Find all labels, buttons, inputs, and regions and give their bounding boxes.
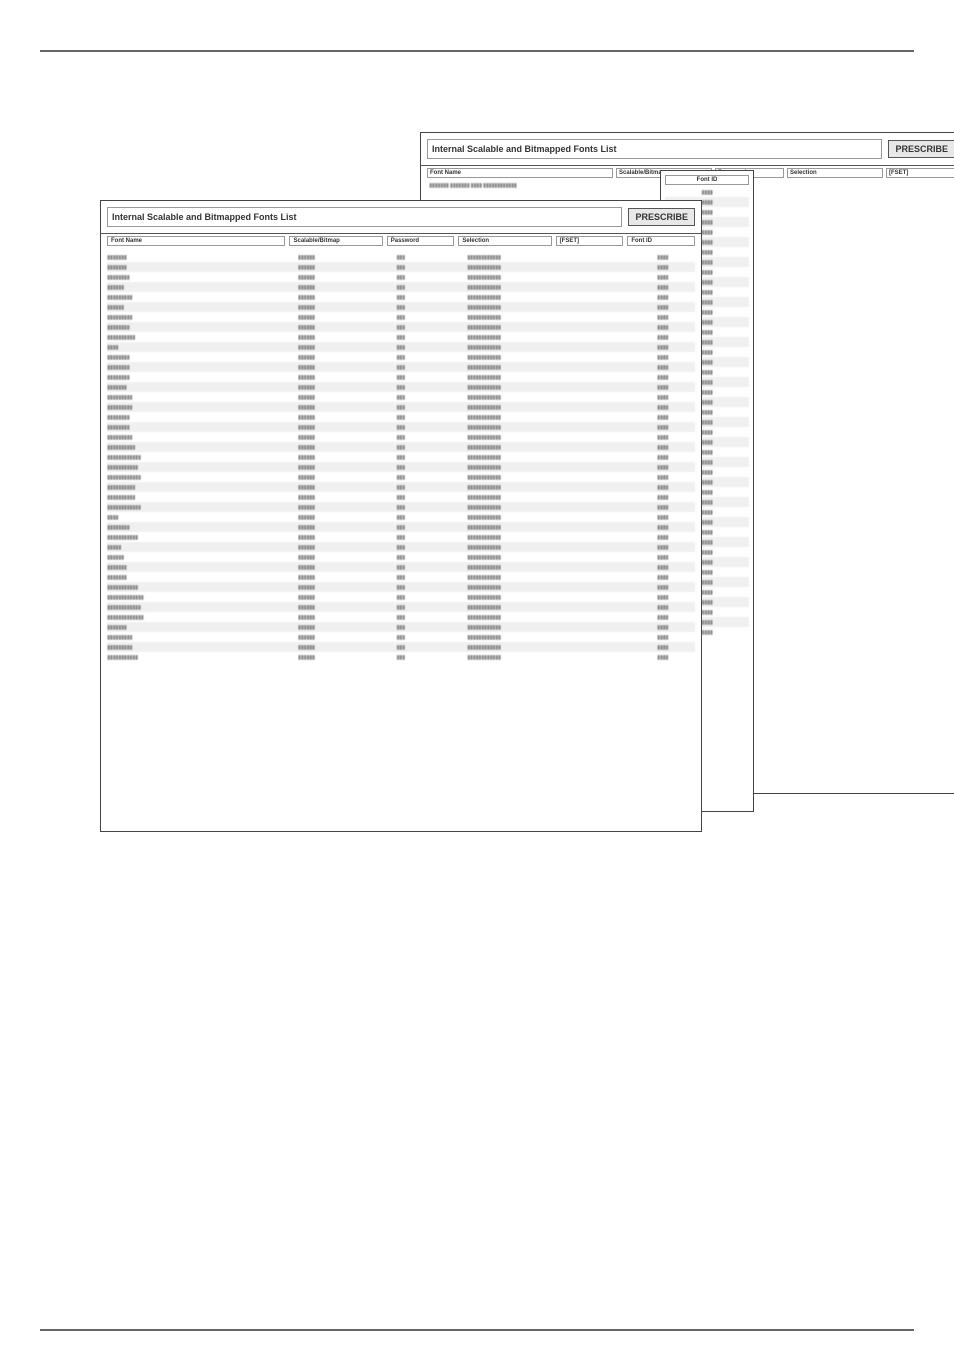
col-fset: [FSET]: [886, 168, 954, 178]
mid-page: Internal Scalable and Bitmapped Fonts Li…: [100, 200, 702, 832]
table-row: ▮▮▮▮▮▮▮▮▮▮▮▮▮▮▮▮▮▮▮▮▮▮▮▮▮▮▮▮▮▮▮▮▮▮▮: [107, 442, 695, 452]
font-id-cell: ▮▮▮▮: [665, 187, 749, 197]
col-selection: Selection: [787, 168, 883, 178]
table-row: ▮▮▮▮▮▮▮▮▮▮▮▮▮▮▮▮▮▮▮▮▮▮▮▮▮▮▮▮▮▮▮▮▮▮: [107, 642, 695, 652]
table-row: ▮▮▮▮▮▮▮▮▮▮▮▮▮▮▮▮▮▮▮▮▮▮▮▮▮▮▮▮▮▮▮▮▮: [107, 372, 695, 382]
col-font-name: Font Name: [107, 236, 285, 246]
table-row: ▮▮▮▮▮▮▮▮▮▮▮▮▮▮▮▮▮▮▮▮▮▮▮▮▮▮▮▮▮▮▮▮: [107, 622, 695, 632]
prescribe-badge: PRESCRIBE: [888, 140, 954, 158]
table-row: ▮▮▮▮▮▮▮▮▮▮▮▮▮▮▮▮▮▮▮▮▮▮▮▮▮▮▮▮▮▮▮▮▮▮▮: [107, 332, 695, 342]
col-font-id: Font ID: [665, 175, 749, 185]
table-row: ▮▮▮▮▮▮▮▮▮▮▮▮▮▮▮▮▮▮▮▮▮▮▮▮▮▮▮▮▮▮▮▮▮▮▮▮▮▮: [107, 592, 695, 602]
table-row: ▮▮▮▮▮▮▮▮▮▮▮▮▮▮▮▮▮▮▮▮▮▮▮▮▮▮▮▮▮▮▮▮▮▮: [107, 392, 695, 402]
page-title: Internal Scalable and Bitmapped Fonts Li…: [427, 139, 882, 159]
table-row: ▮▮▮▮▮▮▮▮▮▮▮▮▮▮▮▮▮▮▮▮▮▮▮▮▮▮▮▮▮▮▮▮▮: [107, 272, 695, 282]
bottom-rule: [40, 1329, 914, 1331]
col-scalable-bitmap: Scalable/Bitmap: [289, 236, 382, 246]
table-row: ▮▮▮▮▮▮▮▮▮▮▮▮▮▮▮▮▮▮▮▮▮▮▮▮▮▮▮▮▮▮▮▮▮▮: [107, 632, 695, 642]
table-row: ▮▮▮▮▮▮▮▮▮▮▮▮▮▮▮▮▮▮▮▮▮▮▮▮▮▮▮▮▮▮▮: [107, 282, 695, 292]
table-row: ▮▮▮▮▮▮▮▮▮▮▮▮▮▮▮▮▮▮▮▮▮▮▮▮▮▮▮▮▮▮▮▮▮: [107, 322, 695, 332]
table-row: ▮▮▮▮▮▮▮▮▮▮▮▮▮▮▮▮▮▮▮▮▮▮▮▮▮▮▮▮▮▮▮▮▮▮▮▮: [107, 462, 695, 472]
table-row: ▮▮▮▮▮▮▮▮▮▮▮▮▮▮▮▮▮▮▮▮▮▮▮▮▮▮▮▮▮: [107, 342, 695, 352]
table-row: ▮▮▮▮▮▮▮▮▮▮▮▮▮▮▮▮▮▮▮▮▮▮▮▮▮▮▮▮▮▮▮▮▮: [107, 362, 695, 372]
table-row: ▮▮▮▮▮▮▮▮▮▮▮▮▮▮▮▮▮▮▮▮▮▮▮▮▮▮▮▮▮▮▮▮▮▮▮▮: [107, 652, 695, 662]
table-row: ▮▮▮▮▮▮▮▮▮▮▮▮▮▮▮▮▮▮▮▮▮▮▮▮▮▮▮▮▮▮▮▮▮▮▮▮▮▮: [107, 612, 695, 622]
table-row: ▮▮▮▮▮▮▮▮▮▮▮▮▮▮▮▮▮▮▮▮▮▮▮▮▮▮▮▮▮▮▮▮▮▮▮▮▮: [107, 502, 695, 512]
table-row: ▮▮▮▮▮▮▮▮▮▮▮▮▮▮▮▮▮▮▮▮▮▮▮▮▮▮▮▮▮▮▮▮▮▮▮: [107, 492, 695, 502]
table-row: ▮▮▮▮▮▮▮▮▮▮▮▮▮▮▮▮▮▮▮▮▮▮▮▮▮▮▮▮▮▮▮: [107, 552, 695, 562]
table-row: ▮▮▮▮▮▮▮▮▮▮▮▮▮▮▮▮▮▮▮▮▮▮▮▮▮▮▮▮▮▮▮▮▮▮▮: [107, 482, 695, 492]
col-selection: Selection: [458, 236, 551, 246]
table-row: ▮▮▮▮▮▮▮▮▮▮▮▮▮▮▮▮▮▮▮▮▮▮▮▮▮▮▮▮▮▮▮▮▮▮▮▮▮: [107, 472, 695, 482]
table-row: ▮▮▮▮▮▮▮▮▮▮▮▮▮▮▮▮▮▮▮▮▮▮▮▮▮▮▮▮▮▮▮▮: [107, 382, 695, 392]
table-row: ▮▮▮▮▮▮▮▮▮▮▮▮▮▮▮▮▮▮▮▮▮▮▮▮▮▮▮▮▮▮▮▮▮▮: [107, 432, 695, 442]
col-font-name: Font Name: [427, 168, 613, 178]
col-fset: [FSET]: [556, 236, 624, 246]
table-row: ▮▮▮▮▮▮▮▮▮▮▮▮▮▮▮▮▮▮▮▮▮▮▮▮▮▮▮▮▮▮▮▮▮▮: [107, 402, 695, 412]
table-row: ▮▮▮▮▮▮▮▮▮▮▮▮▮▮▮▮▮▮▮▮▮▮▮▮▮▮▮▮▮▮▮▮▮▮▮▮▮: [107, 602, 695, 612]
table-row: ▮▮▮▮▮▮▮▮▮▮▮▮▮▮▮▮▮▮▮▮▮▮▮▮▮▮▮▮▮▮▮▮: [107, 572, 695, 582]
table-row: ▮▮▮▮▮▮▮▮▮▮▮▮▮▮▮▮▮▮▮▮▮▮▮▮▮▮▮▮▮▮▮▮: [107, 562, 695, 572]
page-title: Internal Scalable and Bitmapped Fonts Li…: [107, 207, 622, 227]
table-row: ▮▮▮▮▮▮▮▮▮▮▮▮▮▮▮▮▮▮▮▮▮▮▮▮▮▮▮▮▮▮▮▮▮: [107, 422, 695, 432]
table-row: ▮▮▮▮▮▮▮▮▮▮▮▮▮▮▮▮▮▮▮▮▮▮▮▮▮▮▮▮▮▮▮▮: [107, 252, 695, 262]
table-row: ▮▮▮▮▮▮▮▮▮▮▮▮▮▮▮▮▮▮▮▮▮▮▮▮▮▮▮▮▮▮: [107, 542, 695, 552]
table-row: ▮▮▮▮▮▮▮▮▮▮▮▮▮▮▮▮▮▮▮▮▮▮▮▮▮▮▮▮▮: [107, 512, 695, 522]
table-row: ▮▮▮▮▮▮▮▮▮▮▮▮▮▮▮▮▮▮▮▮▮▮▮▮▮▮▮▮▮▮▮▮: [107, 262, 695, 272]
table-row: ▮▮▮▮▮▮▮▮▮▮▮▮▮▮▮▮▮▮▮▮▮▮▮▮▮▮▮▮▮▮▮▮▮: [107, 352, 695, 362]
col-password: Password: [387, 236, 455, 246]
col-font-id: Font ID: [627, 236, 695, 246]
table-row: ▮▮▮▮▮▮▮▮▮▮▮▮▮▮▮▮▮▮▮▮▮▮▮▮▮▮▮▮▮▮▮▮▮: [107, 522, 695, 532]
table-row: ▮▮▮▮▮▮▮▮▮▮▮▮▮▮▮▮▮▮▮▮▮▮▮▮▮▮▮▮▮▮▮▮▮▮: [107, 292, 695, 302]
table-row: ▮▮▮▮▮▮▮▮▮▮▮▮▮▮▮▮▮▮▮▮▮▮▮▮▮▮▮▮▮▮▮▮▮▮: [107, 312, 695, 322]
table-row: ▮▮▮▮▮▮▮▮▮▮▮▮▮▮▮▮▮▮▮▮▮▮▮▮▮▮▮▮▮▮▮▮▮▮▮▮: [107, 532, 695, 542]
table-row: ▮▮▮▮▮▮▮▮▮▮▮▮▮▮▮▮▮▮▮▮▮▮▮▮▮▮▮▮▮▮▮: [107, 302, 695, 312]
table-row: ▮▮▮▮▮▮▮▮▮▮▮▮▮▮▮▮▮▮▮▮▮▮▮▮▮▮▮▮▮▮▮▮▮▮▮▮: [107, 582, 695, 592]
top-rule: [40, 50, 914, 52]
table-row: ▮▮▮▮▮▮▮▮▮▮▮▮▮▮▮▮▮▮▮▮▮▮▮▮▮▮▮▮▮▮▮▮▮: [107, 412, 695, 422]
table-row: ▮▮▮▮▮▮▮▮▮▮▮▮▮▮▮▮▮▮▮▮▮▮▮▮▮▮▮▮▮▮▮▮▮▮▮▮▮: [107, 452, 695, 462]
prescribe-badge: PRESCRIBE: [628, 208, 695, 226]
